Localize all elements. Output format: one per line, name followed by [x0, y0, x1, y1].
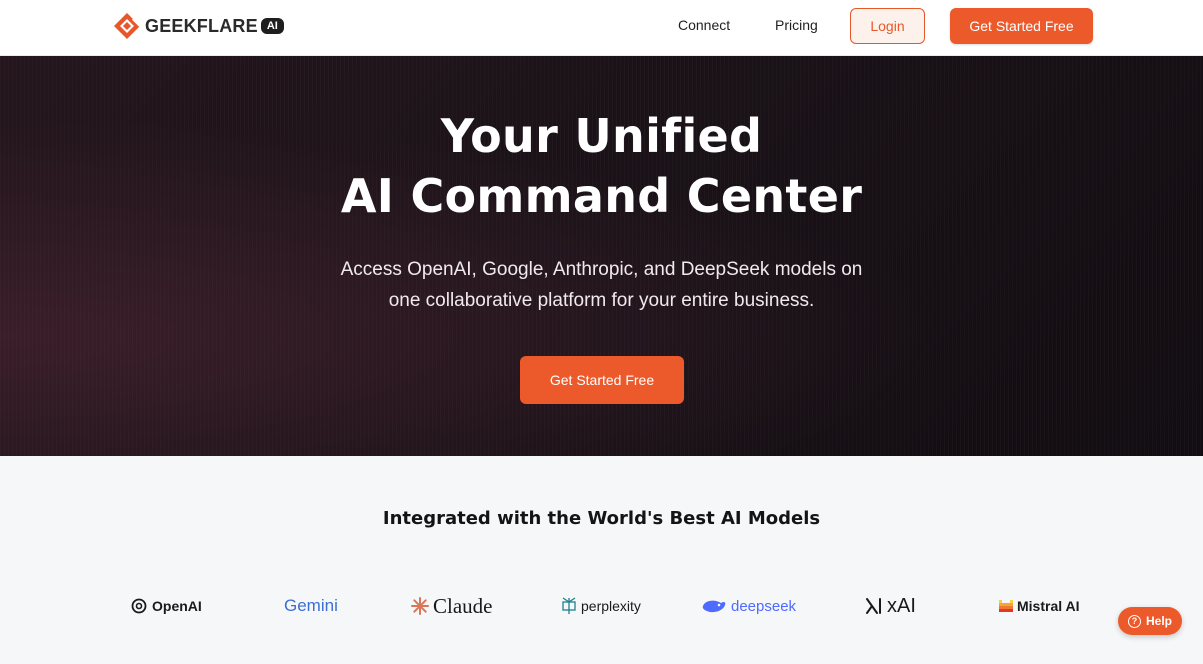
nav-link-pricing[interactable]: Pricing [775, 17, 818, 33]
perplexity-label: perplexity [581, 598, 641, 614]
claude-label: Claude [433, 593, 493, 618]
claude-starburst-icon [411, 597, 429, 615]
xai-label: xAI [887, 594, 916, 617]
geekflare-logo-icon [114, 13, 141, 39]
brand-name: GEEKFLARE [145, 15, 258, 36]
deepseek-whale-icon [702, 600, 726, 613]
xai-logo: xAI [865, 594, 916, 618]
mistral-label: Mistral AI [1017, 598, 1080, 614]
hero-get-started-button[interactable]: Get Started Free [520, 356, 684, 404]
hero-title-line2: AI Command Center [340, 169, 863, 223]
help-button[interactable]: ? Help [1118, 607, 1182, 635]
brand-ai-badge: AI [260, 18, 284, 34]
nav-get-started-button[interactable]: Get Started Free [950, 8, 1093, 44]
hero-subtitle: Access OpenAI, Google, Anthropic, and De… [0, 254, 1203, 316]
integrations-section: Integrated with the World's Best AI Mode… [0, 456, 1203, 664]
login-button[interactable]: Login [850, 8, 925, 44]
xai-icon [866, 598, 881, 614]
mistral-logo: Mistral AI [999, 594, 1080, 618]
deepseek-label: deepseek [731, 597, 797, 615]
gemini-label: Gemini [284, 596, 338, 615]
openai-label: OpenAI [152, 598, 202, 614]
hero-title-line1: Your Unified [440, 109, 763, 163]
hero-title: Your Unified AI Command Center [0, 106, 1203, 226]
openai-logo: OpenAI [130, 594, 202, 618]
gemini-logo: Gemini [284, 594, 338, 618]
mistral-icon [999, 600, 1013, 612]
deepseek-logo: deepseek [701, 594, 796, 618]
help-label: Help [1145, 614, 1172, 628]
hero-subtitle-line2: one collaborative platform for your enti… [388, 290, 815, 311]
claude-logo: Claude [411, 594, 492, 618]
integrations-title: Integrated with the World's Best AI Mode… [382, 508, 821, 529]
openai-icon [131, 598, 147, 614]
hero-subtitle-line1: Access OpenAI, Google, Anthropic, and De… [340, 259, 863, 280]
geekflare-logo[interactable]: GEEKFLARE AI [113, 12, 284, 40]
hero-section: Your Unified AI Command Center Access Op… [0, 56, 1203, 456]
top-navbar: GEEKFLARE AI Connect Pricing Login Get S… [0, 0, 1203, 56]
perplexity-icon [562, 597, 576, 614]
perplexity-logo: perplexity [561, 594, 641, 618]
help-icon: ? [1127, 614, 1141, 628]
nav-link-connect[interactable]: Connect [678, 17, 730, 33]
